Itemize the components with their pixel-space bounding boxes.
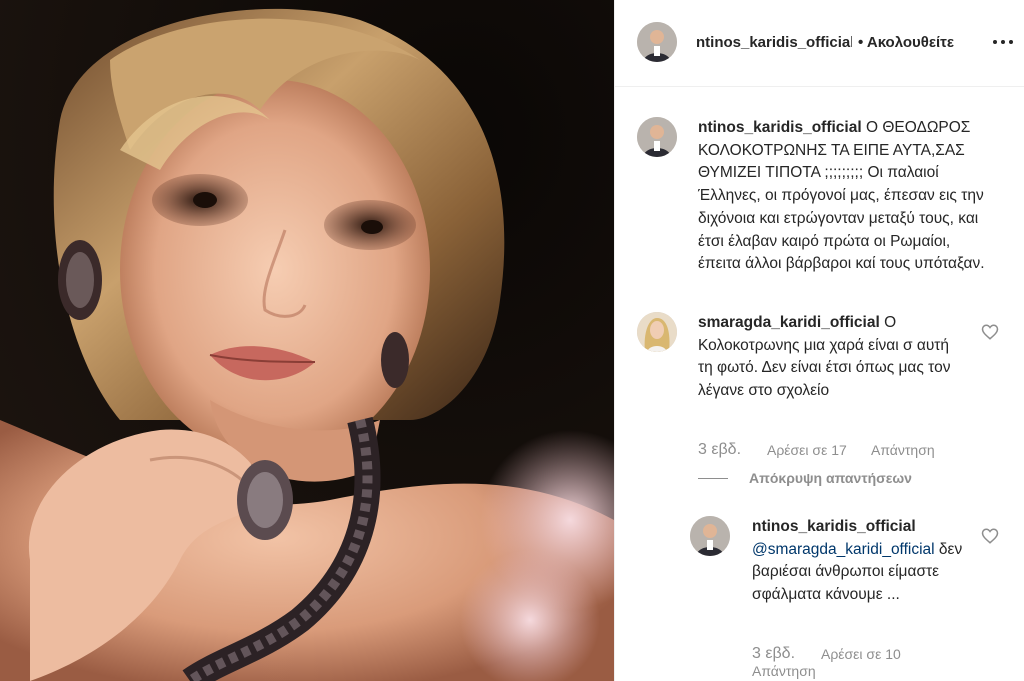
- reply-likes-link[interactable]: Αρέσει σε 10: [821, 646, 901, 662]
- reply-button[interactable]: Απάντηση: [752, 663, 816, 679]
- avatar[interactable]: [637, 22, 677, 62]
- like-heart-icon[interactable]: [981, 527, 999, 545]
- reply-text: ntinos_karidis_official @smaragda_karidi…: [752, 516, 972, 607]
- reply-button[interactable]: Απάντηση: [871, 442, 935, 458]
- comment-timestamp[interactable]: 3 εβδ.: [698, 441, 741, 459]
- divider-line: [698, 478, 728, 479]
- hide-replies-button[interactable]: Απόκρυψη απαντήσεων: [749, 470, 912, 486]
- like-heart-icon[interactable]: [981, 323, 999, 341]
- comment-likes-link[interactable]: Αρέσει σε 17: [767, 442, 847, 458]
- post-header: ntinos_karidis_official • Ακολουθείτε: [615, 0, 1024, 87]
- comment-text: smaragda_karidi_official Ο Κολοκοτρωνης …: [698, 312, 960, 403]
- caption-username-link[interactable]: ntinos_karidis_official: [698, 119, 862, 136]
- comment-username-link[interactable]: smaragda_karidi_official: [698, 314, 880, 331]
- reply-username-link[interactable]: ntinos_karidis_official: [752, 518, 916, 535]
- reply-timestamp[interactable]: 3 εβδ.: [752, 645, 795, 663]
- post-photo[interactable]: [0, 0, 614, 681]
- follow-status[interactable]: • Ακολουθείτε: [858, 34, 954, 51]
- comments-panel: ntinos_karidis_official • Ακολουθείτε nt…: [614, 0, 1024, 681]
- avatar[interactable]: [637, 117, 677, 157]
- caption-text: ntinos_karidis_official Ο ΘΕΟΔΩΡΟΣ ΚΟΛΟΚ…: [698, 117, 996, 276]
- avatar[interactable]: [690, 516, 730, 556]
- header-username-link[interactable]: ntinos_karidis_official: [696, 34, 852, 51]
- caption-body: Ο ΘΕΟΔΩΡΟΣ ΚΟΛΟΚΟΤΡΩΝΗΣ ΤΑ ΕΙΠΕ ΑΥΤΑ,ΣΑΣ…: [698, 119, 985, 273]
- avatar[interactable]: [637, 312, 677, 352]
- more-options-icon[interactable]: [991, 30, 1015, 54]
- mention-link[interactable]: @smaragda_karidi_official: [752, 541, 935, 558]
